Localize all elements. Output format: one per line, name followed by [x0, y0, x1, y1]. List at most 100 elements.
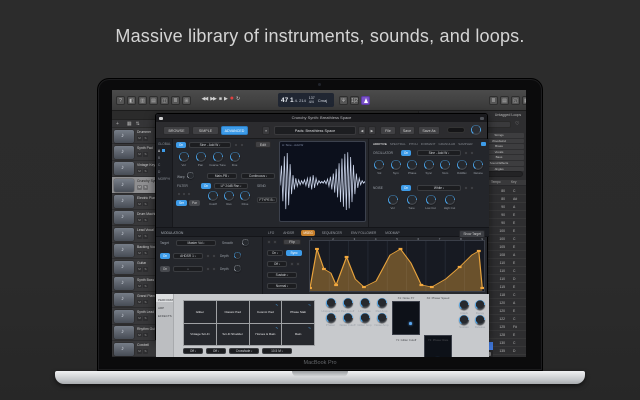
- odd-ev-knob[interactable]: [457, 160, 467, 170]
- next-wave-chip[interactable]: [240, 143, 244, 147]
- prev-preset-button[interactable]: ◀: [358, 126, 366, 135]
- prev-wave-chip[interactable]: [234, 143, 238, 147]
- pad-sci-fi-shudder[interactable]: Sci-Fi Shudder: [217, 324, 249, 346]
- list-editors-icon[interactable]: ≣: [171, 96, 180, 105]
- noise-on-button[interactable]: On: [401, 185, 411, 191]
- fine-knob[interactable]: [230, 152, 240, 162]
- prev-chip[interactable]: [464, 186, 468, 190]
- sync-knob[interactable]: [424, 160, 434, 170]
- source-tab-d[interactable]: D: [156, 167, 172, 174]
- lcd-display[interactable]: 47 1 4. 214 137 4/4 Cmaj: [278, 93, 334, 107]
- solo-button[interactable]: S: [143, 136, 148, 141]
- pad-classic-pad[interactable]: Classic Pad: [217, 301, 249, 323]
- source-tab-global[interactable]: GLOBAL: [156, 139, 172, 146]
- mute-button[interactable]: M: [137, 218, 142, 223]
- oscillator-on-button[interactable]: On: [401, 150, 411, 156]
- num-knob[interactable]: [440, 160, 450, 170]
- solo-button[interactable]: S: [143, 152, 148, 157]
- smooth-knob[interactable]: [242, 239, 249, 246]
- pad-amp-knob[interactable]: [377, 298, 387, 308]
- view-tab-simple[interactable]: SIMPLE: [192, 126, 219, 135]
- metronome-button[interactable]: [361, 96, 370, 105]
- high-cut-knob[interactable]: [445, 195, 455, 205]
- count-in-icon[interactable]: 1|2: [350, 96, 359, 105]
- preset-menu-chip[interactable]: ≡: [262, 126, 270, 135]
- pad-select-1[interactable]: Off: [206, 348, 226, 354]
- mod-chip[interactable]: [206, 254, 210, 258]
- quick-help-icon[interactable]: ?: [116, 96, 125, 105]
- solo-button[interactable]: S: [143, 202, 148, 207]
- pad-horses-rain[interactable]: Horses & Rain∿: [250, 324, 282, 346]
- stop-button[interactable]: ■: [219, 96, 221, 102]
- mute-button[interactable]: M: [137, 251, 142, 256]
- mute-button[interactable]: M: [137, 185, 142, 190]
- rewind-button[interactable]: ◀◀: [202, 96, 208, 102]
- cutoff-knob[interactable]: [208, 191, 218, 201]
- record-button[interactable]: ●: [230, 95, 233, 102]
- pad-glitter[interactable]: Glitter: [184, 301, 216, 323]
- mute-button[interactable]: M: [137, 136, 142, 141]
- env-tab-ahdsr[interactable]: AHDSR: [281, 230, 296, 236]
- flip-button[interactable]: Flip: [283, 239, 301, 245]
- mod-slot2-source[interactable]: [173, 266, 203, 272]
- next-chip[interactable]: [273, 240, 277, 244]
- coarse-tune-knob[interactable]: [213, 152, 223, 162]
- edit-tab-sampler[interactable]: SAMPLER: [458, 142, 472, 146]
- mute-button[interactable]: M: [137, 169, 142, 174]
- pad-cutoff-knob[interactable]: [343, 298, 353, 308]
- preset-name-field[interactable]: Pads: Breathless Space: [274, 126, 356, 135]
- release-knob[interactable]: [475, 315, 485, 325]
- solo-button[interactable]: S: [143, 333, 148, 338]
- next-chip[interactable]: [470, 151, 474, 155]
- favorites-heart-icon[interactable]: ♡: [515, 121, 519, 127]
- inspector-icon[interactable]: ◧: [127, 96, 136, 105]
- master-volume-knob[interactable]: [471, 125, 481, 135]
- low-cut-knob[interactable]: [426, 195, 436, 205]
- attack-knob[interactable]: [459, 300, 469, 310]
- perform-tab-effects[interactable]: EFFECTS: [156, 310, 173, 318]
- add-track-button[interactable]: +: [116, 121, 119, 127]
- list-editors-icon[interactable]: ≣: [489, 96, 498, 105]
- mute-button[interactable]: M: [137, 234, 142, 239]
- env-tab-env-follower[interactable]: ENV FOLLOWER: [349, 230, 378, 236]
- cycle-button[interactable]: ↻: [236, 96, 239, 102]
- glitter-amp-knob[interactable]: [360, 313, 370, 323]
- mute-button[interactable]: M: [137, 300, 142, 305]
- detune-knob[interactable]: [473, 160, 483, 170]
- lfo-rate-knob[interactable]: [360, 298, 370, 308]
- filter-send-dropdown[interactable]: FTYPE B: [257, 197, 277, 203]
- glide-dropdown[interactable]: Continuous: [241, 173, 275, 179]
- res-knob[interactable]: [224, 191, 234, 201]
- oscillator-wave-dropdown[interactable]: Sine - Add W: [417, 150, 461, 156]
- pitchbend-dropdown[interactable]: Main-PB: [207, 173, 237, 179]
- pan-knob[interactable]: [196, 152, 206, 162]
- edit-button[interactable]: Edit: [255, 141, 271, 148]
- mod-depth-knob[interactable]: [234, 252, 241, 259]
- source-tab-a[interactable]: A: [156, 146, 172, 153]
- file-button[interactable]: File: [380, 126, 396, 135]
- mseg-editor[interactable]: [309, 240, 485, 292]
- mod-slot1-source[interactable]: AHDSR 1: [173, 253, 203, 259]
- source-tab-c[interactable]: C: [156, 160, 172, 167]
- phaser-knob[interactable]: [326, 313, 336, 323]
- edit-tab-pitch[interactable]: PITCH: [409, 142, 418, 146]
- pad-rain[interactable]: Rain∿: [282, 324, 314, 346]
- env-on-dropdown[interactable]: On: [267, 250, 283, 256]
- pad-select-2[interactable]: Crossfade: [229, 348, 259, 354]
- track-header-icon[interactable]: ▦: [127, 121, 132, 127]
- pad-cosmic-pad[interactable]: Cosmic Pad∿: [250, 301, 282, 323]
- mute-button[interactable]: M: [137, 202, 142, 207]
- vol-knob[interactable]: [374, 160, 384, 170]
- apple-loops-icon[interactable]: ◱: [511, 96, 520, 105]
- perform-tab-perform[interactable]: PERFORM: [156, 294, 173, 302]
- mute-button[interactable]: M: [137, 316, 142, 321]
- view-tab-browse[interactable]: BROWSE: [163, 126, 190, 135]
- media-browser-icon[interactable]: ▦: [522, 96, 526, 105]
- note-pads-icon[interactable]: ▤: [500, 96, 509, 105]
- mod-chip[interactable]: [212, 267, 216, 271]
- env-tab-sequencer[interactable]: SEQUENCER: [320, 230, 344, 236]
- noise-type-dropdown[interactable]: White: [417, 185, 461, 191]
- mute-button[interactable]: M: [137, 333, 142, 338]
- perform-tab-arp[interactable]: ARP: [156, 302, 173, 310]
- env-tab-mseg[interactable]: MSEG: [301, 230, 314, 236]
